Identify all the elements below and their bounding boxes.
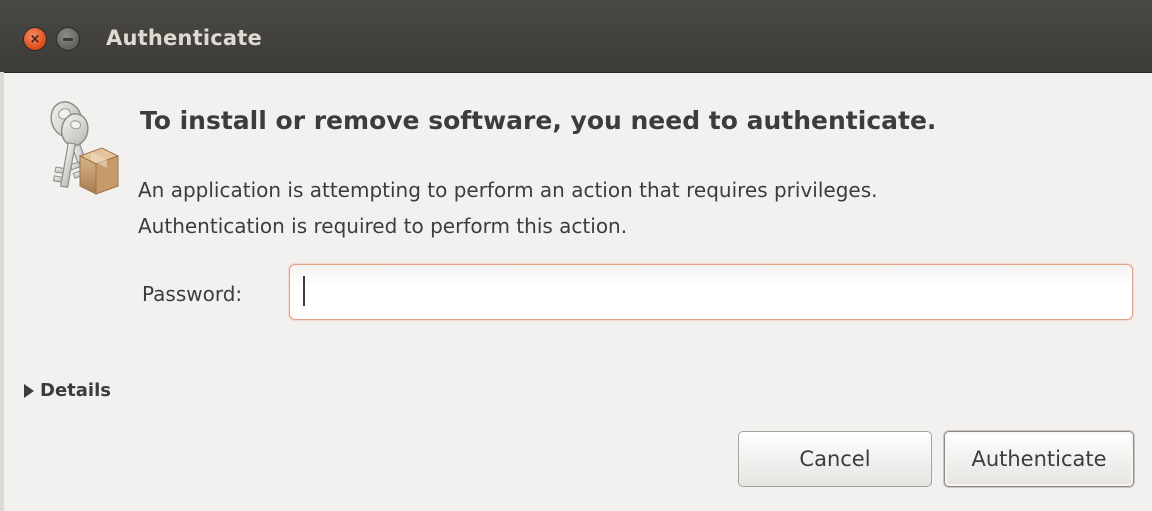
keys-package-icon [50,101,120,195]
message-line-1: An application is attempting to perform … [138,178,878,202]
authenticate-button[interactable]: Authenticate [944,431,1134,487]
close-button[interactable]: × [24,28,46,50]
dialog-message: An application is attempting to perform … [138,172,878,244]
details-expander[interactable]: Details [24,380,111,401]
details-label: Details [40,380,111,401]
dialog-headline: To install or remove software, you need … [140,106,937,135]
minimize-button[interactable] [57,28,79,50]
close-icon: × [29,31,41,47]
cancel-button[interactable]: Cancel [738,431,932,487]
minimize-icon [63,37,73,41]
message-line-2: Authentication is required to perform th… [138,214,628,238]
title-bar: × Authenticate [0,0,1152,73]
window-title: Authenticate [106,26,262,50]
password-label: Password: [142,282,243,306]
password-field[interactable] [289,264,1133,320]
text-cursor [303,276,305,306]
window-edge [0,72,4,511]
authenticate-dialog: × Authenticate To install or remove soft… [0,0,1152,511]
expander-arrow-icon [24,383,34,398]
